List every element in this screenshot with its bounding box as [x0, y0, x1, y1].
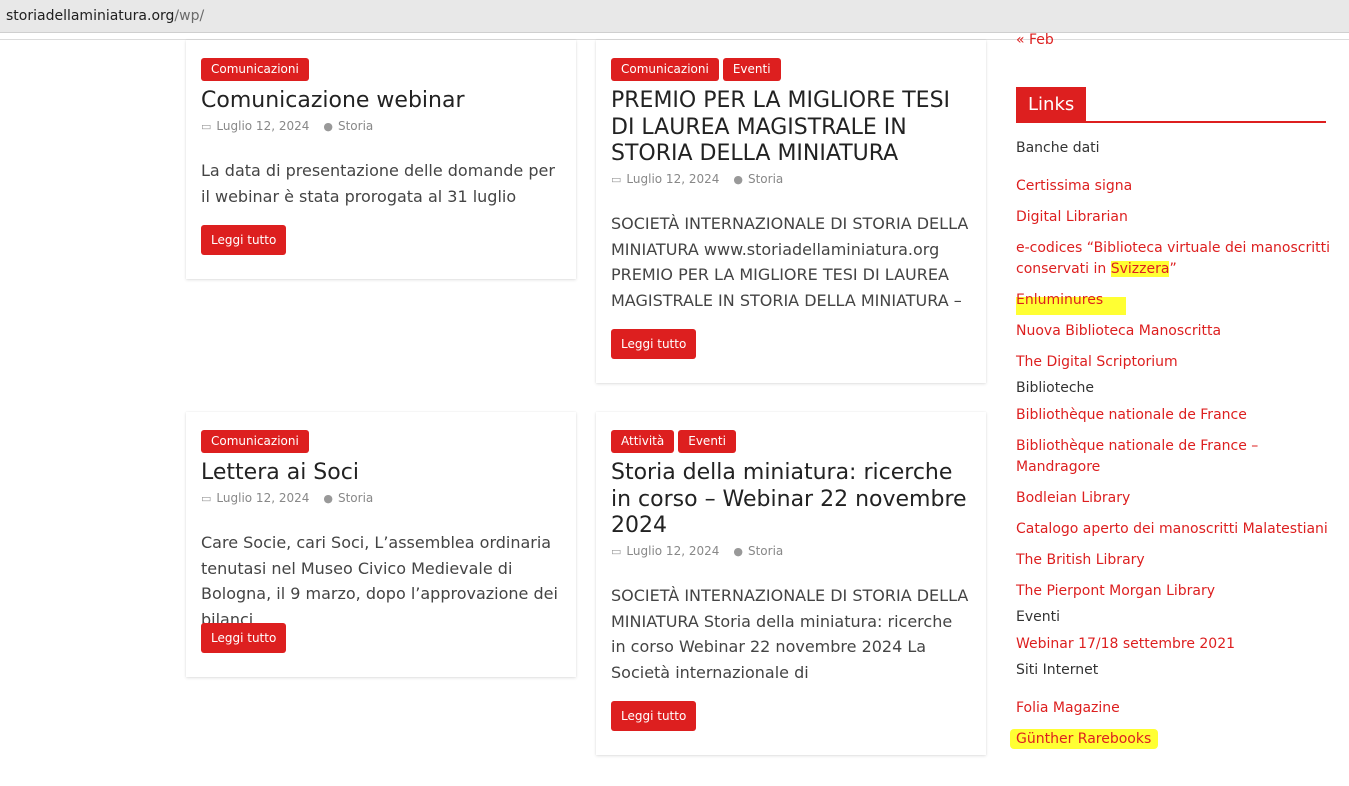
link-british-library[interactable]: The British Library [1016, 550, 1145, 571]
post-date[interactable]: Luglio 12, 2024 [626, 172, 719, 186]
post-categories: Attività Eventi [611, 430, 736, 453]
links-category-banche-dati: Banche dati [1016, 140, 1100, 156]
post-excerpt: SOCIETÀ INTERNAZIONALE DI STORIA DELLA M… [611, 586, 969, 682]
category-tag[interactable]: Comunicazioni [201, 58, 309, 81]
url-host: storiadellaminiatura.org [6, 8, 175, 24]
link-e-codices[interactable]: e-codices “Biblioteca virtuale dei manos… [1016, 238, 1330, 280]
links-widget-title: Links [1016, 87, 1087, 122]
link-webinar-2021[interactable]: Webinar 17/18 settembre 2021 [1016, 634, 1235, 655]
link-gunther-rarebooks[interactable]: Günther Rarebooks [1016, 729, 1151, 750]
link-pierpont-morgan[interactable]: The Pierpont Morgan Library [1016, 581, 1215, 602]
post-meta: ▭ Luglio 12, 2024 ● Storia [201, 119, 373, 133]
link-nuova-biblioteca-manoscritta[interactable]: Nuova Biblioteca Manoscritta [1016, 321, 1221, 342]
read-more-button[interactable]: Leggi tutto [201, 623, 287, 653]
user-icon: ● [733, 544, 743, 558]
post-categories: Comunicazioni [201, 430, 309, 453]
post-excerpt: SOCIETÀ INTERNAZIONALE DI STORIA DELLA M… [611, 214, 969, 310]
highlighted-word: Svizzera [1110, 261, 1170, 277]
calendar-icon: ▭ [201, 491, 212, 505]
post-author[interactable]: Storia [748, 172, 783, 186]
calendar-icon: ▭ [611, 544, 622, 558]
link-bnf-mandragore[interactable]: Bibliothèque nationale de France – Mandr… [1016, 436, 1258, 478]
link-certissima-signa[interactable]: Certissima signa [1016, 176, 1132, 197]
post-meta: ▭ Luglio 12, 2024 ● Storia [201, 491, 373, 505]
read-more-button[interactable]: Leggi tutto [611, 329, 697, 359]
link-catalogo-malatestiani[interactable]: Catalogo aperto dei manoscritti Malatest… [1016, 519, 1328, 540]
post-author[interactable]: Storia [748, 544, 783, 558]
post-categories: Comunicazioni Eventi [611, 58, 781, 81]
link-digital-librarian[interactable]: Digital Librarian [1016, 207, 1128, 228]
category-tag[interactable]: Eventi [678, 430, 736, 453]
url-path: /wp/ [174, 8, 205, 24]
category-tag[interactable]: Attività [611, 430, 675, 453]
post-meta: ▭ Luglio 12, 2024 ● Storia [611, 172, 783, 186]
post-excerpt: La data di presentazione delle domande p… [201, 161, 555, 206]
link-bnf-mandragore-line1: Bibliothèque nationale de France – [1016, 438, 1259, 454]
calendar-icon: ▭ [611, 172, 622, 186]
post-author[interactable]: Storia [338, 491, 373, 505]
post-title[interactable]: PREMIO PER LA MIGLIORE TESI DI LAUREA MA… [611, 88, 971, 168]
post-date[interactable]: Luglio 12, 2024 [216, 119, 309, 133]
address-bar[interactable]: storiadellaminiatura.org/wp/ [0, 0, 1349, 33]
links-category-biblioteche: Biblioteche [1016, 380, 1095, 396]
link-bnf[interactable]: Bibliothèque nationale de France [1016, 405, 1247, 426]
link-digital-scriptorium[interactable]: The Digital Scriptorium [1016, 352, 1178, 373]
links-category-eventi: Eventi [1016, 609, 1060, 625]
category-tag[interactable]: Comunicazioni [201, 430, 309, 453]
link-bodleian-library[interactable]: Bodleian Library [1016, 488, 1130, 509]
category-tag[interactable]: Eventi [722, 58, 781, 81]
calendar-icon: ▭ [201, 119, 212, 133]
link-e-codices-line1: e-codices “Biblioteca virtuale dei manos… [1016, 240, 1330, 256]
links-category-siti-internet: Siti Internet [1016, 662, 1099, 678]
post-author[interactable]: Storia [338, 119, 373, 133]
calendar-prev-month-link[interactable]: « Feb [1016, 32, 1054, 48]
post-date[interactable]: Luglio 12, 2024 [216, 491, 309, 505]
read-more-button[interactable]: Leggi tutto [201, 225, 287, 255]
post-date[interactable]: Luglio 12, 2024 [626, 544, 719, 558]
post-title[interactable]: Lettera ai Soci [201, 460, 561, 487]
read-more-button[interactable]: Leggi tutto [611, 701, 697, 731]
category-tag[interactable]: Comunicazioni [611, 58, 719, 81]
post-title[interactable]: Comunicazione webinar [201, 88, 561, 115]
link-bnf-mandragore-line2: Mandragore [1016, 459, 1101, 475]
post-excerpt: Care Socie, cari Soci, L’assemblea ordin… [201, 533, 558, 629]
post-categories: Comunicazioni [201, 58, 309, 81]
link-enluminures[interactable]: Enluminures [1016, 290, 1103, 311]
post-meta: ▭ Luglio 12, 2024 ● Storia [611, 544, 783, 558]
post-title[interactable]: Storia della miniatura: ricerche in cors… [611, 460, 971, 540]
user-icon: ● [323, 491, 333, 505]
widget-title-underline [1016, 121, 1326, 123]
user-icon: ● [733, 172, 743, 186]
user-icon: ● [323, 119, 333, 133]
link-folia-magazine[interactable]: Folia Magazine [1016, 698, 1120, 719]
link-e-codices-line2-post: ” [1169, 261, 1177, 277]
link-e-codices-line2-pre: conservati in [1016, 261, 1111, 277]
